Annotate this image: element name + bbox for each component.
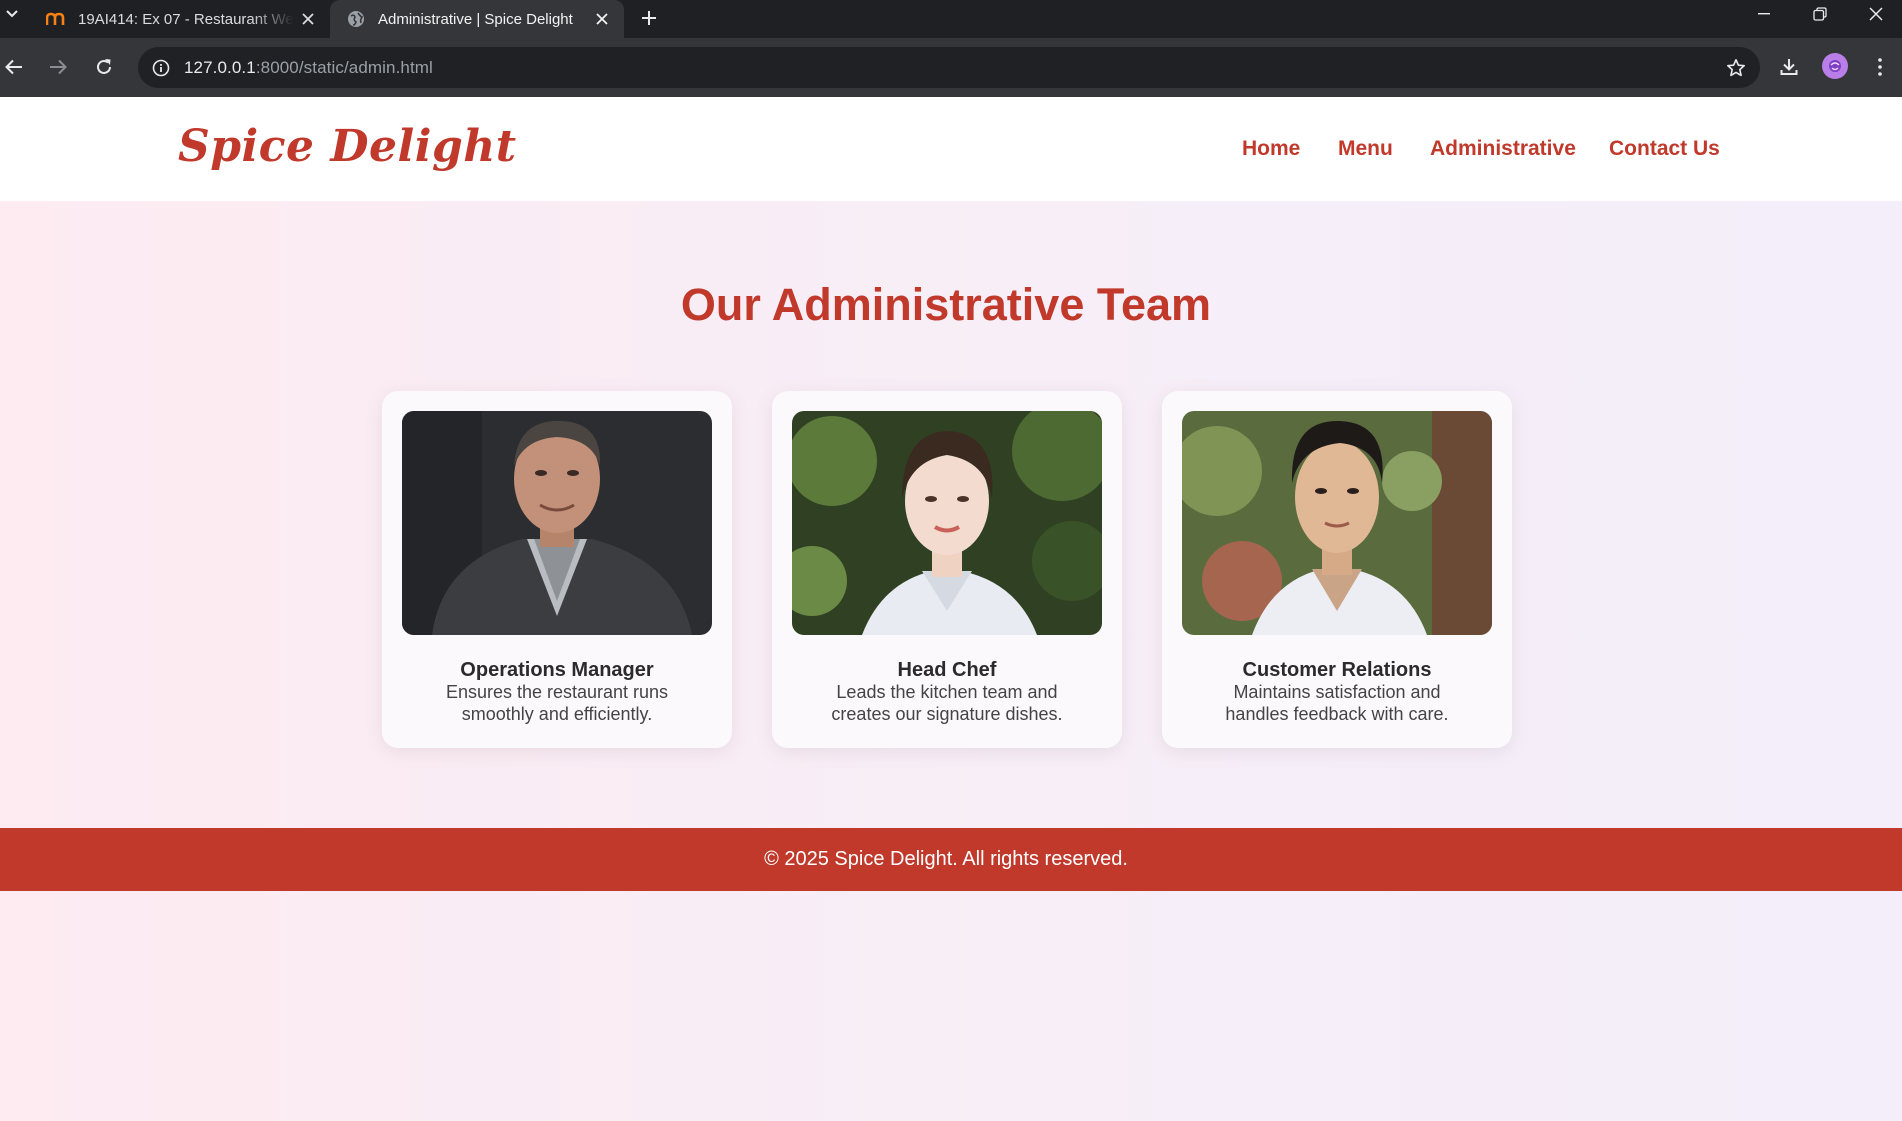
team-description: Ensures the restaurant runs smoothly and…: [445, 682, 669, 724]
close-tab-icon[interactable]: [294, 5, 322, 33]
tab-administrative[interactable]: Administrative | Spice Delight: [330, 0, 624, 38]
browser-toolbar: 127.0.0.1:8000/static/admin.html: [0, 38, 1902, 97]
moodle-icon: [46, 9, 66, 29]
tab-restaurant-exercise[interactable]: 19AI414: Ex 07 - Restaurant We: [30, 0, 330, 38]
customer-relations-photo: [1182, 411, 1492, 635]
team-card-customer-relations: Customer Relations Maintains satisfactio…: [1162, 391, 1512, 748]
tab-title: 19AI414: Ex 07 - Restaurant We: [78, 10, 294, 28]
page-viewport: Spice Delight Home Menu Administrative C…: [0, 97, 1902, 1121]
site-info-icon[interactable]: [148, 55, 173, 80]
site-footer: © 2025 Spice Delight. All rights reserve…: [0, 828, 1902, 891]
nav-administrative[interactable]: Administrative: [1430, 137, 1576, 161]
browser-tab-strip: 19AI414: Ex 07 - Restaurant We Administr…: [0, 0, 1902, 38]
site-logo[interactable]: Spice Delight: [178, 121, 517, 172]
site-header: Spice Delight Home Menu Administrative C…: [0, 97, 1902, 201]
globe-icon: [346, 9, 366, 29]
profile-avatar[interactable]: [1822, 53, 1848, 79]
team-description: Maintains satisfaction and handles feedb…: [1225, 682, 1449, 724]
team-role: Operations Manager: [460, 659, 654, 681]
nav-home[interactable]: Home: [1242, 137, 1300, 161]
reload-icon[interactable]: [86, 49, 122, 85]
close-window-icon[interactable]: [1848, 0, 1902, 28]
page-title: Our Administrative Team: [680, 279, 1212, 330]
download-icon[interactable]: [1771, 49, 1807, 85]
bookmark-star-icon[interactable]: [1723, 55, 1748, 80]
copyright-text: © 2025 Spice Delight. All rights reserve…: [764, 848, 1128, 870]
url-host: 127.0.0.1: [184, 58, 256, 77]
tab-search-chevron-icon[interactable]: [0, 0, 24, 28]
restore-icon[interactable]: [1792, 0, 1848, 28]
minimize-icon[interactable]: [1736, 0, 1792, 28]
nav-menu[interactable]: Menu: [1338, 137, 1393, 161]
head-chef-photo: [792, 411, 1102, 635]
new-tab-plus-icon[interactable]: [634, 3, 664, 33]
nav-contact-us[interactable]: Contact Us: [1609, 137, 1720, 161]
operations-manager-photo: [402, 411, 712, 635]
kebab-menu-icon[interactable]: [1862, 49, 1898, 85]
close-tab-icon[interactable]: [588, 5, 616, 33]
url-path: :8000/static/admin.html: [255, 58, 433, 77]
team-description: Leads the kitchen team and creates our s…: [831, 682, 1063, 724]
team-role: Customer Relations: [1242, 659, 1432, 681]
forward-arrow-icon[interactable]: [40, 49, 76, 85]
url-text: 127.0.0.1:8000/static/admin.html: [184, 58, 433, 78]
tab-title: Administrative | Spice Delight: [378, 10, 573, 28]
team-card-operations-manager: Operations Manager Ensures the restauran…: [382, 391, 732, 748]
address-bar[interactable]: 127.0.0.1:8000/static/admin.html: [138, 47, 1760, 88]
back-arrow-icon[interactable]: [0, 49, 32, 85]
team-card-head-chef: Head Chef Leads the kitchen team and cre…: [772, 391, 1122, 748]
team-role: Head Chef: [897, 659, 997, 681]
